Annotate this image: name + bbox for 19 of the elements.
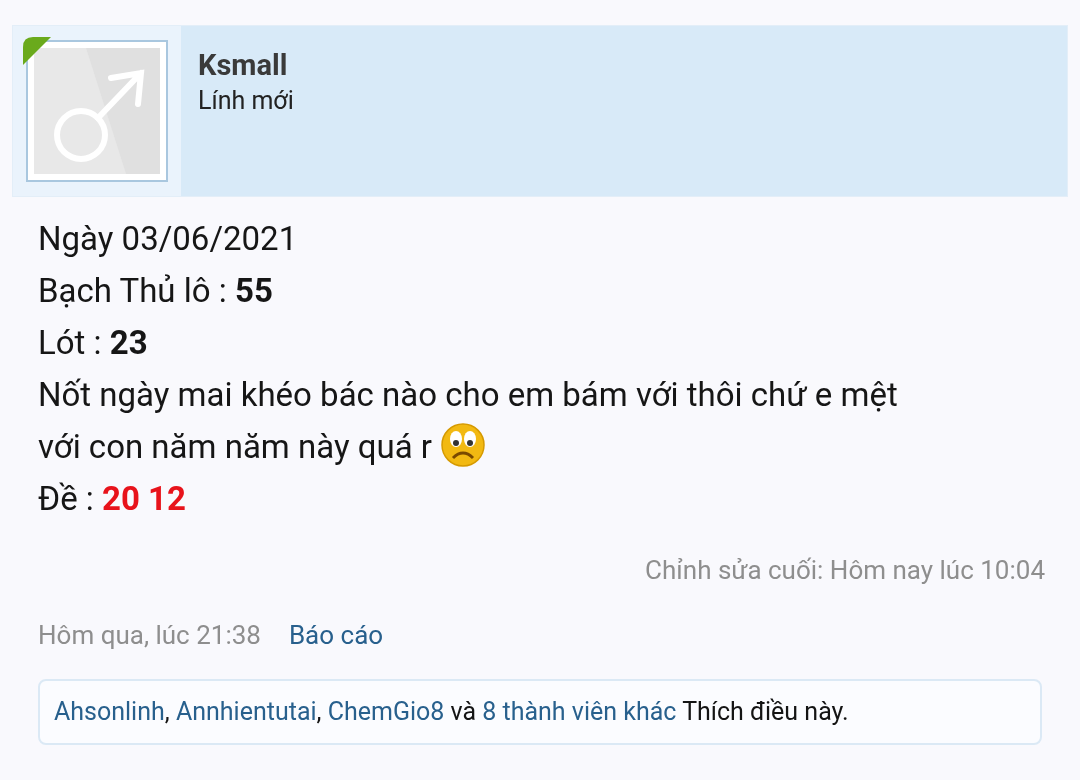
post-text: Ngày 03/06/2021 <box>38 218 299 260</box>
member-link[interactable]: ChemGio8 <box>327 697 445 727</box>
post-text: Bạch Thủ lô : 55 <box>38 270 274 312</box>
member-link[interactable]: Annhientutai <box>175 697 317 727</box>
post-text: với con năm năm này quá r <box>38 427 432 466</box>
post-text: Đề : 20 12 <box>38 478 187 520</box>
post-text: Nốt ngày mai khéo bác nào cho em bám với thôi chứ e mệt <box>38 374 899 416</box>
author-name[interactable]: Ksmall <box>198 46 294 84</box>
post-text: Lót : 23 <box>38 322 149 364</box>
others-link[interactable]: 8 thành viên khác <box>482 697 677 727</box>
avatar-male-icon[interactable] <box>26 40 168 182</box>
sad-face-icon <box>439 422 486 469</box>
edited-note: Chỉnh sửa cuối: Hôm nay lúc 10:04 <box>645 554 1045 587</box>
post-time: Hôm qua, lúc 21:38 <box>38 619 261 652</box>
member-link[interactable]: Ahsonlinh <box>54 697 165 727</box>
author-rank: Lính mới <box>198 85 294 117</box>
likes-text: Ahsonlinh, Annhientutai, ChemGio8 và 8 thành viên khác Thích điều này. <box>54 696 849 729</box>
online-corner-icon <box>23 37 51 65</box>
report-link[interactable]: Báo cáo <box>288 616 384 655</box>
